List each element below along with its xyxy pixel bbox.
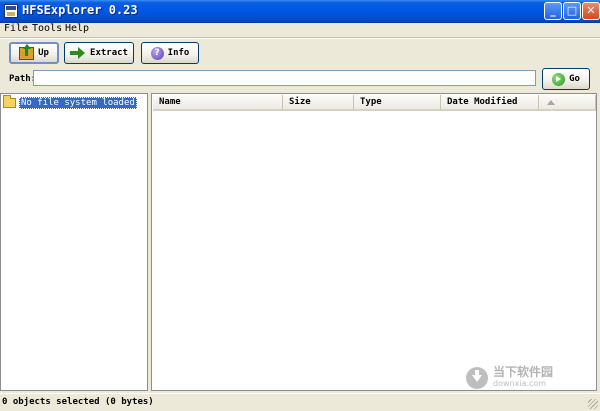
go-button-label: Go: [569, 74, 580, 84]
arrow-right-icon: [70, 47, 86, 59]
file-list-pane[interactable]: Name Size Type Date Modified: [151, 93, 597, 391]
up-button[interactable]: Up: [9, 42, 59, 64]
filesystem-tree-pane[interactable]: No file system loaded: [0, 93, 148, 391]
watermark-main: 当下软件园: [493, 365, 554, 379]
go-arrow-icon: [552, 72, 566, 86]
sort-ascending-icon: [547, 100, 555, 105]
title-bar[interactable]: HFSExplorer 0.23 _ □ ✕: [0, 0, 600, 23]
extract-button-label: Extract: [90, 48, 128, 58]
folder-up-icon: [19, 43, 35, 60]
go-button[interactable]: Go: [542, 68, 590, 90]
info-button[interactable]: ? Info: [141, 42, 199, 64]
minimize-button[interactable]: _: [544, 2, 562, 20]
watermark-sub: downxia.com: [493, 379, 547, 388]
menu-file[interactable]: File: [4, 23, 28, 34]
info-button-label: Info: [167, 48, 190, 58]
toolbar-divider: [0, 37, 600, 39]
resize-grip-icon[interactable]: [588, 399, 598, 409]
menu-tools[interactable]: Tools: [32, 23, 62, 34]
up-button-label: Up: [38, 48, 49, 58]
help-icon: ?: [150, 46, 164, 60]
app-icon: [4, 4, 18, 18]
tree-item-label: No file system loaded: [19, 97, 137, 109]
download-icon: [466, 367, 488, 389]
watermark: 当下软件园 downxia.com: [466, 365, 554, 389]
status-bar: 0 objects selected (0 bytes): [0, 393, 600, 411]
column-header-size[interactable]: Size: [283, 95, 354, 111]
maximize-button[interactable]: □: [563, 2, 581, 20]
path-input[interactable]: [33, 70, 536, 86]
tree-item[interactable]: No file system loaded: [3, 95, 137, 109]
window-title: HFSExplorer 0.23: [22, 3, 138, 17]
column-header-name[interactable]: Name: [153, 95, 283, 111]
menu-help[interactable]: Help: [65, 23, 89, 34]
folder-icon: [3, 95, 16, 108]
column-header-date-modified[interactable]: Date Modified: [441, 95, 539, 111]
status-text: 0 objects selected (0 bytes): [2, 397, 154, 407]
close-button[interactable]: ✕: [582, 2, 600, 20]
extract-button[interactable]: Extract: [64, 42, 134, 64]
column-header-type[interactable]: Type: [354, 95, 441, 111]
menu-bar: File Tools Help: [0, 22, 600, 36]
